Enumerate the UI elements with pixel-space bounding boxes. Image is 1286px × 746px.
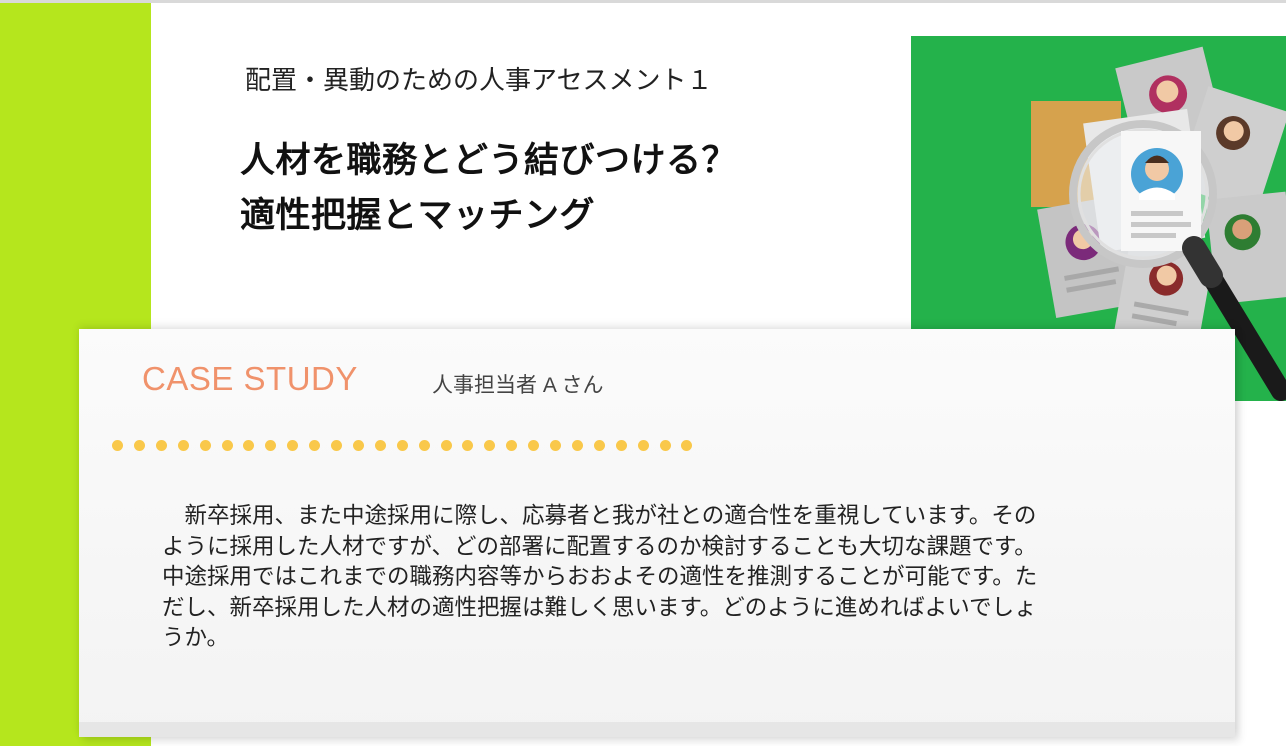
divider-dot xyxy=(133,440,145,451)
divider-dot xyxy=(331,440,342,451)
divider-dot xyxy=(112,440,123,451)
case-study-body-line: 新卒採用、また中途採用に際し、応募者と我が社との適合性を重視しています。その xyxy=(162,503,1037,529)
page-subtitle: 配置・異動のための人事アセスメント１ xyxy=(245,66,713,96)
page-title-line-2: 適性把握とマッチング xyxy=(240,196,596,236)
divider-dot xyxy=(571,440,583,451)
divider-dot xyxy=(155,440,167,451)
divider-dot xyxy=(374,440,386,451)
case-study-card-footer xyxy=(79,722,1235,737)
divider-dot xyxy=(528,440,540,451)
divider-dot xyxy=(681,440,693,451)
divider-dot xyxy=(462,440,474,451)
divider-dot xyxy=(615,440,627,451)
divider-dot xyxy=(352,440,364,451)
divider-dot xyxy=(199,440,211,451)
case-study-heading: CASE STUDY xyxy=(142,360,358,397)
divider-dot xyxy=(309,440,321,451)
divider-dot xyxy=(221,440,233,451)
divider-dot xyxy=(243,440,255,451)
divider-dot xyxy=(484,440,496,451)
divider-dot xyxy=(637,440,649,451)
divider-dot xyxy=(287,440,299,451)
dotted-divider xyxy=(112,440,712,454)
page-title-line-1: 人材を職務とどう結びつける？ xyxy=(240,141,738,181)
divider-dot xyxy=(593,440,605,451)
divider-dot xyxy=(659,440,671,451)
divider-dot xyxy=(440,440,452,451)
divider-dot xyxy=(265,440,277,451)
case-study-body-line: ように採用した人材ですが、どの部署に配置するのか検討することも大切な課題です。 xyxy=(162,533,1037,560)
divider-dot xyxy=(177,440,189,451)
divider-dot xyxy=(506,440,518,451)
case-study-body-line: うか。 xyxy=(162,625,230,651)
case-study-person: 人事担当者 A さん xyxy=(432,374,604,397)
case-study-body-line: 中途採用ではこれまでの職務内容等からおおよその適性を推測することが可能です。た xyxy=(162,564,1038,590)
divider-dot xyxy=(550,440,561,451)
case-study-body: 新卒採用、また中途採用に際し、応募者と我が社との適合性を重視しています。その よ… xyxy=(162,501,1162,654)
divider-dot xyxy=(396,440,408,451)
divider-dot xyxy=(418,440,430,451)
case-study-body-line: だし、新卒採用した人材の適性把握は難しく思います。どのように進めればよいでしょ xyxy=(162,594,1037,621)
